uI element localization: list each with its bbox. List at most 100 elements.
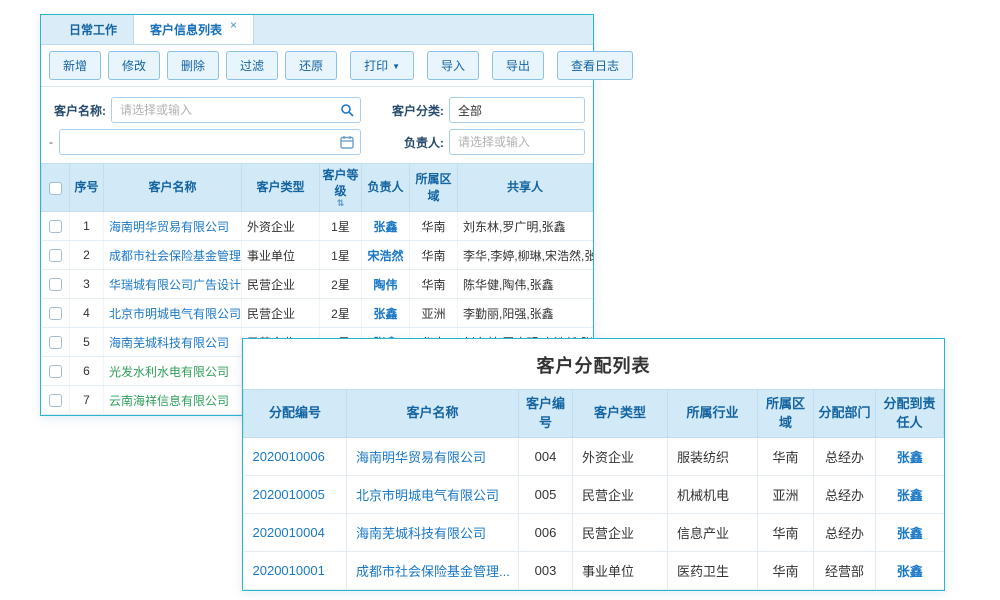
region-cell: 华南 bbox=[758, 552, 814, 590]
customer-name-input[interactable] bbox=[111, 97, 361, 123]
close-icon[interactable]: × bbox=[230, 19, 237, 31]
industry-cell: 机械机电 bbox=[668, 476, 758, 514]
customer-category-label: 客户分类: bbox=[383, 102, 449, 119]
customer-name-link[interactable]: 北京市明城电气有限公司 bbox=[356, 488, 499, 503]
restore-button[interactable]: 还原 bbox=[285, 51, 337, 80]
col-header-allocation-no: 分配编号 bbox=[244, 390, 347, 438]
customer-level-cell: 1星 bbox=[320, 212, 362, 241]
customer-name-link[interactable]: 云南海祥信息有限公司 bbox=[109, 394, 229, 408]
col-header-customer-level[interactable]: 客户等级⇅ bbox=[320, 164, 362, 212]
serial-cell: 2 bbox=[70, 241, 104, 270]
row-checkbox[interactable] bbox=[49, 307, 62, 320]
row-checkbox[interactable] bbox=[49, 394, 62, 407]
customer-name-cell: 光发水利水电有限公司 bbox=[104, 357, 242, 386]
allocation-no-link[interactable]: 2020010006 bbox=[253, 449, 325, 464]
select-all-checkbox[interactable] bbox=[49, 182, 62, 195]
allocation-no-link[interactable]: 2020010001 bbox=[253, 563, 325, 578]
add-button[interactable]: 新增 bbox=[49, 51, 101, 80]
allocation-no-link[interactable]: 2020010004 bbox=[253, 525, 325, 540]
col-header-customer-name: 客户名称 bbox=[104, 164, 242, 212]
owner-input[interactable] bbox=[449, 129, 585, 155]
tab-daily-work[interactable]: 日常工作 bbox=[53, 15, 133, 44]
customer-type-cell: 事业单位 bbox=[573, 552, 668, 590]
row-checkbox[interactable] bbox=[49, 365, 62, 378]
search-icon[interactable] bbox=[340, 103, 354, 117]
table-row[interactable]: 2020010005 北京市明城电气有限公司 005 民营企业 机械机电 亚洲 … bbox=[244, 476, 944, 514]
col-header-customer-name: 客户名称 bbox=[347, 390, 519, 438]
owner-cell: 宋浩然 bbox=[362, 241, 410, 270]
customer-name-link[interactable]: 光发水利水电有限公司 bbox=[109, 365, 229, 379]
customer-name-link[interactable]: 成都市社会保险基金管理... bbox=[356, 564, 510, 579]
shared-cell: 李华,李婷,柳琳,宋浩然,张鑫 bbox=[458, 241, 593, 270]
customer-name-cell: 云南海祥信息有限公司 bbox=[104, 386, 242, 415]
assignee-link[interactable]: 张鑫 bbox=[897, 564, 923, 579]
checkbox-cell bbox=[42, 357, 70, 386]
tab-customer-info-list[interactable]: 客户信息列表 × bbox=[133, 15, 254, 44]
serial-cell: 7 bbox=[70, 386, 104, 415]
col-header-customer-level-label: 客户等级 bbox=[322, 168, 358, 198]
customer-name-link[interactable]: 海南芜城科技有限公司 bbox=[356, 526, 486, 541]
table-row[interactable]: 3 华瑞城有限公司广告设计部 民营企业 2星 陶伟 华南 陈华健,陶伟,张鑫 bbox=[42, 270, 593, 299]
customer-name-link[interactable]: 海南明华贸易有限公司 bbox=[109, 220, 229, 234]
import-button[interactable]: 导入 bbox=[427, 51, 479, 80]
table-row[interactable]: 4 北京市明城电气有限公司 民营企业 2星 张鑫 亚洲 李勤丽,阳强,张鑫 bbox=[42, 299, 593, 328]
allocation-no-cell: 2020010005 bbox=[244, 476, 347, 514]
filter-button[interactable]: 过滤 bbox=[226, 51, 278, 80]
customer-name-label: 客户名称: bbox=[49, 102, 111, 119]
region-cell: 华南 bbox=[410, 241, 458, 270]
export-button[interactable]: 导出 bbox=[492, 51, 544, 80]
allocation-no-cell: 2020010001 bbox=[244, 552, 347, 590]
customer-no-cell: 005 bbox=[519, 476, 573, 514]
table-row[interactable]: 2020010006 海南明华贸易有限公司 004 外资企业 服装纺织 华南 总… bbox=[244, 438, 944, 476]
row-checkbox[interactable] bbox=[49, 249, 62, 262]
serial-cell: 1 bbox=[70, 212, 104, 241]
calendar-icon[interactable] bbox=[340, 135, 354, 149]
page-title: 客户分配列表 bbox=[243, 339, 944, 389]
customer-name-link[interactable]: 北京市明城电气有限公司 bbox=[109, 307, 241, 321]
customer-name-cell: 海南明华贸易有限公司 bbox=[104, 212, 242, 241]
print-button[interactable]: 打印▼ bbox=[350, 51, 414, 80]
owner-link[interactable]: 张鑫 bbox=[373, 220, 397, 234]
customer-name-link[interactable]: 海南明华贸易有限公司 bbox=[356, 450, 486, 465]
view-log-button[interactable]: 查看日志 bbox=[557, 51, 633, 80]
customer-name-cell: 海南明华贸易有限公司 bbox=[347, 438, 519, 476]
department-cell: 经营部 bbox=[814, 552, 876, 590]
sort-icon[interactable]: ⇅ bbox=[322, 199, 359, 208]
owner-label: 负责人: bbox=[383, 134, 449, 151]
owner-link[interactable]: 宋浩然 bbox=[367, 249, 403, 263]
region-cell: 华南 bbox=[758, 514, 814, 552]
assignee-link[interactable]: 张鑫 bbox=[897, 526, 923, 541]
table-row[interactable]: 2020010004 海南芜城科技有限公司 006 民营企业 信息产业 华南 总… bbox=[244, 514, 944, 552]
row-checkbox[interactable] bbox=[49, 220, 62, 233]
customer-allocation-panel: 客户分配列表 分配编号 客户名称 客户编号 客户类型 所属行业 所属区域 分配部… bbox=[242, 338, 945, 591]
assignee-link[interactable]: 张鑫 bbox=[897, 450, 923, 465]
col-header-region: 所属区域 bbox=[410, 164, 458, 212]
customer-category-select[interactable] bbox=[449, 97, 585, 123]
customer-name-link[interactable]: 海南芜城科技有限公司 bbox=[109, 336, 229, 350]
col-header-serial: 序号 bbox=[70, 164, 104, 212]
col-header-assignee: 分配到责任人 bbox=[876, 390, 944, 438]
edit-button[interactable]: 修改 bbox=[108, 51, 160, 80]
assignee-cell: 张鑫 bbox=[876, 552, 944, 590]
customer-type-cell: 民营企业 bbox=[573, 476, 668, 514]
date-range-dash: - bbox=[49, 135, 59, 149]
table-row[interactable]: 1 海南明华贸易有限公司 外资企业 1星 张鑫 华南 刘东林,罗广明,张鑫 bbox=[42, 212, 593, 241]
table-row[interactable]: 2 成都市社会保险基金管理... 事业单位 1星 宋浩然 华南 李华,李婷,柳琳… bbox=[42, 241, 593, 270]
table-row[interactable]: 2020010001 成都市社会保险基金管理... 003 事业单位 医药卫生 … bbox=[244, 552, 944, 590]
col-header-customer-no: 客户编号 bbox=[519, 390, 573, 438]
delete-button[interactable]: 删除 bbox=[167, 51, 219, 80]
row-checkbox[interactable] bbox=[49, 278, 62, 291]
assignee-link[interactable]: 张鑫 bbox=[897, 488, 923, 503]
date-input[interactable] bbox=[59, 129, 361, 155]
allocation-no-link[interactable]: 2020010005 bbox=[253, 487, 325, 502]
customer-name-link[interactable]: 成都市社会保险基金管理... bbox=[109, 249, 242, 263]
region-cell: 华南 bbox=[410, 270, 458, 299]
allocation-no-cell: 2020010006 bbox=[244, 438, 347, 476]
industry-cell: 信息产业 bbox=[668, 514, 758, 552]
customer-name-link[interactable]: 华瑞城有限公司广告设计部 bbox=[109, 278, 242, 292]
owner-link[interactable]: 陶伟 bbox=[373, 278, 397, 292]
row-checkbox[interactable] bbox=[49, 336, 62, 349]
region-cell: 亚洲 bbox=[758, 476, 814, 514]
region-cell: 华南 bbox=[410, 212, 458, 241]
owner-link[interactable]: 张鑫 bbox=[373, 307, 397, 321]
